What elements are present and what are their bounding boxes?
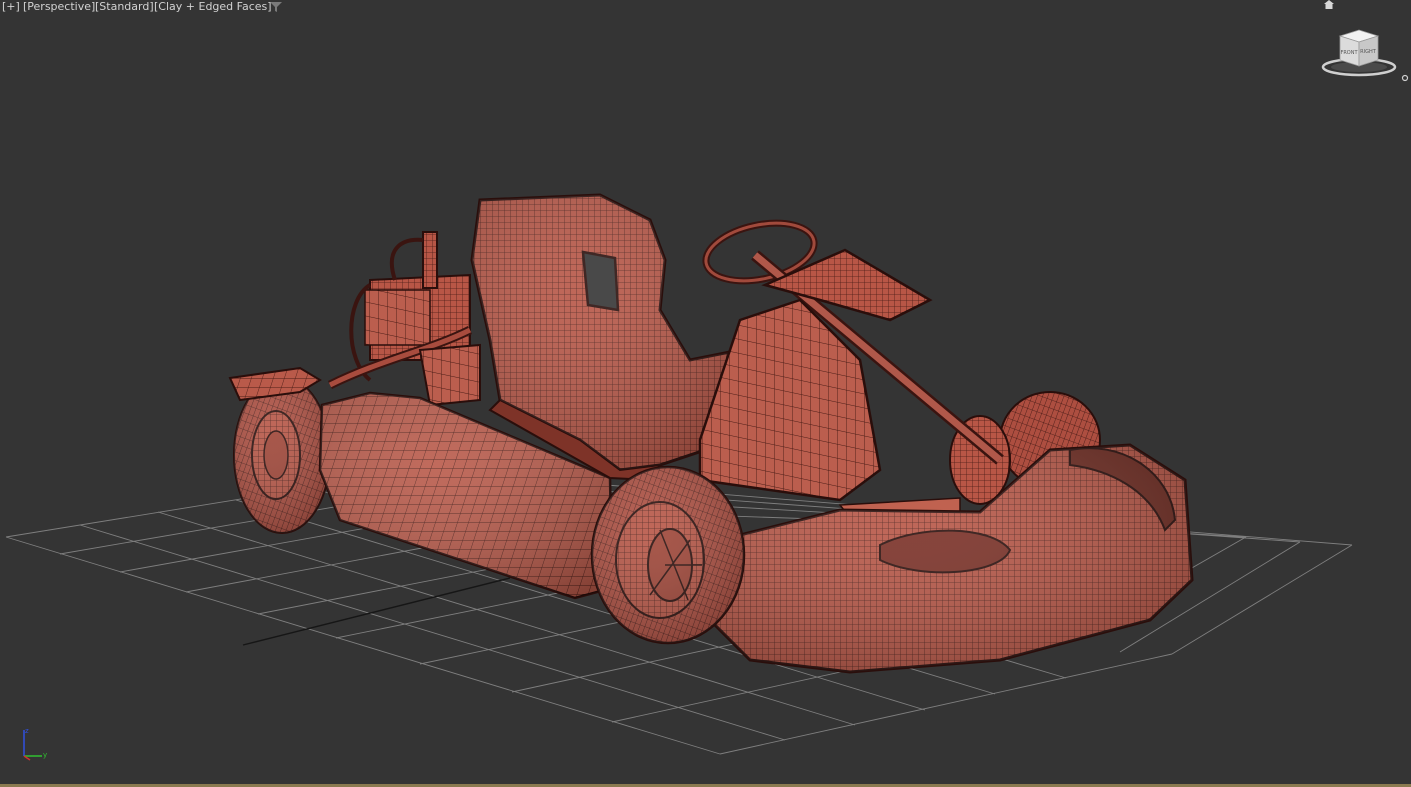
engine-block xyxy=(327,231,481,407)
viewcube-front-label[interactable]: FRONT xyxy=(1340,50,1358,56)
viewport-scene[interactable] xyxy=(0,0,1411,787)
viewcube-right-label[interactable]: RIGHT xyxy=(1360,49,1377,55)
axis-z-label: z xyxy=(25,727,29,735)
viewport-style-menu[interactable]: [Clay + Edged Faces] xyxy=(154,0,272,14)
viewcube[interactable]: FRONT RIGHT xyxy=(1320,28,1398,80)
viewport-shading-menu[interactable]: [Standard] xyxy=(95,0,154,14)
filter-icon[interactable] xyxy=(270,2,282,12)
perspective-viewport[interactable]: [+] [Perspective] [Standard] [Clay + Edg… xyxy=(0,0,1411,787)
viewport-view-menu[interactable]: [Perspective] xyxy=(23,0,95,14)
front-left-wheel xyxy=(590,465,746,645)
viewport-general-menu[interactable]: [+] xyxy=(2,0,20,14)
viewcube-menu-icon[interactable] xyxy=(1401,74,1409,82)
axis-tripod-icon: z y xyxy=(23,727,47,761)
rear-left-wheel xyxy=(233,376,331,534)
home-icon[interactable] xyxy=(1324,0,1334,9)
axis-y-label: y xyxy=(43,751,47,759)
